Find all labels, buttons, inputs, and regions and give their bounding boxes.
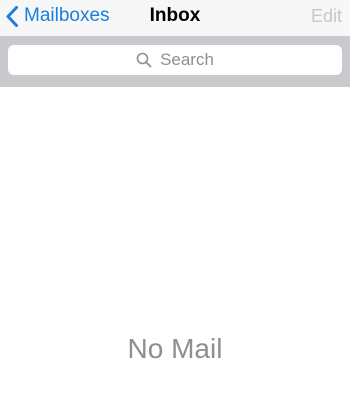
chevron-left-icon [6, 5, 18, 27]
empty-state-message: No Mail [127, 333, 223, 364]
search-placeholder-text: Search [160, 50, 214, 69]
back-button-mailboxes[interactable]: Mailboxes [6, 2, 110, 30]
back-button-label: Mailboxes [24, 5, 110, 26]
mail-inbox-screen: Mailboxes Inbox Edit Search No Mail [0, 0, 350, 420]
edit-button[interactable]: Edit [311, 2, 342, 30]
search-icon [136, 52, 152, 68]
search-bar-container: Search [0, 36, 350, 87]
navigation-bar: Mailboxes Inbox Edit [0, 0, 350, 36]
search-input[interactable]: Search [8, 45, 342, 75]
